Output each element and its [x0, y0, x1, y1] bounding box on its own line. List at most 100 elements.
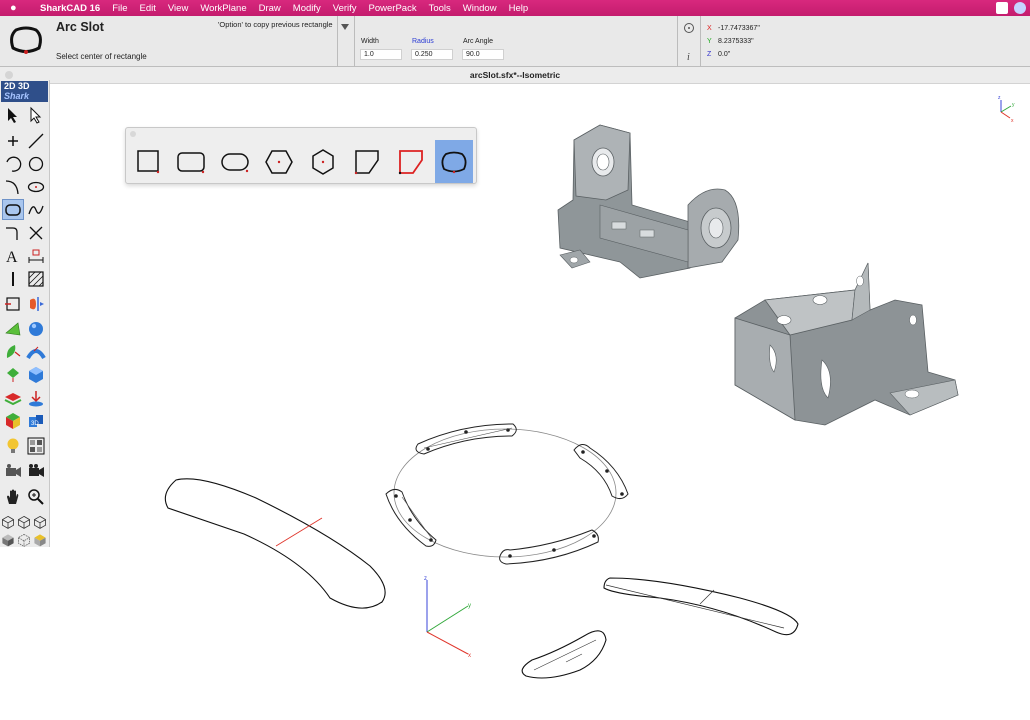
menu-help[interactable]: Help [509, 3, 529, 14]
arc-slot-icon [441, 151, 467, 173]
chevron-down-icon[interactable] [340, 22, 350, 32]
tool-hint: 'Option' to copy previous rectangle [218, 20, 333, 29]
arc-icon [6, 156, 22, 172]
ellipse-icon [27, 181, 45, 192]
tool-header: Arc Slot 'Option' to copy previous recta… [0, 16, 1030, 67]
curve-tool[interactable] [2, 176, 24, 197]
zoom-tool[interactable] [25, 486, 47, 507]
revolve-tool[interactable] [2, 341, 24, 362]
rectangle-shape-button[interactable] [129, 140, 167, 183]
close-window-button[interactable] [5, 71, 13, 79]
hexagon-point-icon [312, 148, 334, 175]
tool-prompt: Select center of rectangle [56, 52, 147, 61]
sweep-tool[interactable] [25, 341, 47, 362]
status-user-icon[interactable] [1014, 2, 1026, 14]
menu-window[interactable]: Window [463, 3, 497, 14]
rectangle-tool[interactable] [2, 199, 24, 220]
menu-workplane[interactable]: WorkPlane [200, 3, 246, 14]
menu-draw[interactable]: Draw [259, 3, 281, 14]
menu-powerpack[interactable]: PowerPack [369, 3, 417, 14]
stacked-layers-icon [4, 392, 22, 405]
hollow-arrow-icon [30, 106, 42, 124]
render-tool[interactable] [25, 435, 47, 456]
y-coordinate: Y 8.2375333" [707, 38, 754, 45]
dimension-tool[interactable] [25, 245, 47, 266]
divider [700, 16, 701, 67]
fillet-icon [6, 226, 18, 240]
boolean-icon [29, 390, 43, 406]
menu-tools[interactable]: Tools [429, 3, 451, 14]
sweep-icon [26, 346, 46, 359]
arc-slot-tool-icon [10, 26, 42, 54]
radius-label: Radius [412, 38, 434, 45]
select-3d-tool[interactable] [25, 104, 47, 125]
boolean-tool[interactable] [25, 387, 47, 408]
trim-tool[interactable] [25, 222, 47, 243]
menu-bar: ● SharkCAD 16 File Edit View WorkPlane D… [0, 0, 1030, 16]
radius-field[interactable]: 0.250 [411, 49, 453, 60]
info-icon[interactable]: i [683, 50, 695, 62]
solid-extrude-tool[interactable] [2, 318, 24, 339]
hexagon-point-shape-button[interactable] [304, 140, 342, 183]
ellipse-tool[interactable] [25, 176, 47, 197]
select-arrow-tool[interactable] [2, 104, 24, 125]
width-label: Width [361, 38, 379, 45]
menu-view[interactable]: View [168, 3, 188, 14]
slot-shape-button[interactable] [216, 140, 254, 183]
circle-tool[interactable] [25, 153, 47, 174]
loft-tool[interactable] [2, 364, 24, 385]
pan-tool[interactable] [2, 486, 24, 507]
menu-verify[interactable]: Verify [333, 3, 357, 14]
red-chamfer-shape-button[interactable] [392, 140, 430, 183]
point-tool[interactable] [2, 130, 24, 151]
rectangle-shape-palette [125, 127, 477, 184]
app-menu[interactable]: SharkCAD 16 [40, 3, 100, 14]
box-tool[interactable] [25, 364, 47, 385]
svg-text:A: A [6, 249, 18, 266]
menu-file[interactable]: File [112, 3, 127, 14]
vertical-tool[interactable] [2, 268, 24, 289]
hexagon-icon [265, 149, 293, 174]
line-tool[interactable] [25, 130, 47, 151]
status-check-icon[interactable] [996, 2, 1008, 14]
view-shaded[interactable] [0, 529, 16, 550]
color-solid-tool[interactable] [2, 410, 24, 431]
arc-angle-label: Arc Angle [463, 38, 493, 45]
arc-tool[interactable] [2, 153, 24, 174]
walkthrough-tool[interactable] [25, 460, 47, 481]
mirror-tool[interactable] [25, 293, 47, 314]
fillet-tool[interactable] [2, 222, 24, 243]
menu-edit[interactable]: Edit [140, 3, 156, 14]
red-chamfer-icon [398, 149, 423, 174]
shell-tool[interactable]: 3D [25, 410, 47, 431]
shaded-cube-icon [2, 533, 14, 546]
transform-tool[interactable] [2, 293, 24, 314]
square-icon [137, 149, 160, 173]
svg-text:3D: 3D [31, 421, 39, 427]
camera-icon [6, 463, 21, 477]
arc-slot-shape-button[interactable] [435, 140, 473, 183]
hatch-tool[interactable] [25, 268, 47, 289]
z-coordinate: Z 0.0" [707, 51, 731, 58]
point-icon [8, 135, 18, 146]
menu-modify[interactable]: Modify [293, 3, 321, 14]
view-render[interactable] [32, 529, 48, 550]
arc-angle-field[interactable]: 90.0 [462, 49, 504, 60]
layer-tool[interactable] [2, 387, 24, 408]
width-field[interactable]: 1.0 [360, 49, 402, 60]
hexagon-shape-button[interactable] [260, 140, 298, 183]
spline-tool[interactable] [25, 199, 47, 220]
document-title: arcSlot.sfx*--Isometric [0, 67, 1030, 84]
view-hidden-line[interactable] [16, 529, 32, 550]
target-icon[interactable] [683, 22, 695, 34]
chamfer-rectangle-shape-button[interactable] [348, 140, 386, 183]
apple-menu-icon[interactable]: ● [10, 2, 24, 14]
lightbulb-icon [7, 438, 19, 453]
camera-tool[interactable] [2, 460, 24, 481]
rounded-rectangle-shape-button[interactable] [172, 140, 210, 183]
close-palette-button[interactable] [130, 131, 136, 137]
text-tool[interactable]: A [2, 245, 24, 266]
sphere-tool[interactable] [25, 318, 47, 339]
light-tool[interactable] [2, 435, 24, 456]
divider [677, 16, 678, 67]
